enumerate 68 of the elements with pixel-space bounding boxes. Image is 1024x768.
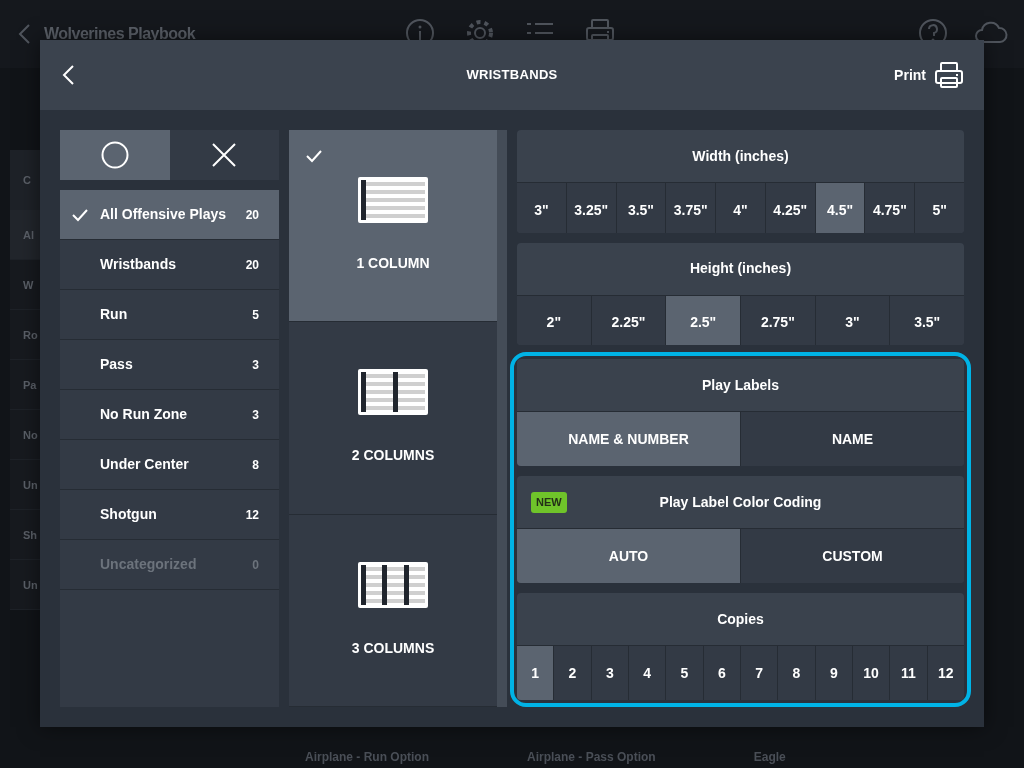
- option-button[interactable]: 2.25": [591, 295, 667, 345]
- back-icon: [60, 63, 76, 87]
- option-button[interactable]: 2": [517, 295, 592, 345]
- option-button[interactable]: 4.75": [865, 183, 916, 233]
- option-button[interactable]: 3.25": [566, 183, 617, 233]
- option-button[interactable]: 2.5": [666, 295, 741, 345]
- option-button[interactable]: 2: [554, 646, 592, 700]
- app-title: Wolverines Playbook: [44, 24, 196, 44]
- layout-option[interactable]: 1 COLUMN: [289, 130, 497, 323]
- layout-icon: [358, 177, 428, 224]
- category-item[interactable]: Pass 3: [60, 340, 279, 390]
- section-title: Height (inches): [689, 259, 792, 278]
- circle-icon: [99, 140, 130, 170]
- option-button[interactable]: 10: [852, 646, 891, 700]
- toggle-button[interactable]: [169, 130, 279, 180]
- back-button[interactable]: [60, 63, 76, 87]
- option-button[interactable]: 4": [716, 183, 766, 233]
- option-button[interactable]: 8: [778, 646, 816, 700]
- option-button[interactable]: 3: [591, 646, 629, 700]
- close-icon: [211, 142, 238, 168]
- section-title: Copies: [717, 609, 764, 629]
- category-item[interactable]: Run 5: [60, 290, 279, 340]
- option-button[interactable]: 11: [890, 646, 928, 700]
- section-title: Width (inches): [692, 146, 789, 166]
- scrollbar[interactable]: [497, 130, 507, 707]
- option-button[interactable]: 4.25": [765, 183, 816, 233]
- printer-icon: [934, 61, 964, 89]
- option-button[interactable]: 4: [629, 646, 667, 700]
- option-button[interactable]: 3.5": [890, 295, 964, 345]
- option-button[interactable]: 5": [915, 183, 964, 233]
- option-button[interactable]: 3.5": [616, 183, 667, 233]
- option-button[interactable]: NAME & NUMBER: [517, 412, 741, 466]
- layout-option[interactable]: 2 COLUMNS: [289, 322, 497, 515]
- play-title: Eagle: [753, 749, 786, 766]
- category-item[interactable]: No Run Zone 3: [60, 390, 279, 440]
- category-item[interactable]: Wristbands 20: [60, 240, 279, 290]
- category-item[interactable]: All Offensive Plays 20: [60, 190, 279, 240]
- section-title: Play Label Color Coding: [659, 492, 822, 512]
- layout-icon: [358, 369, 428, 416]
- option-button[interactable]: 3.75": [666, 183, 717, 233]
- sidebar-header: C: [10, 150, 40, 210]
- category-item[interactable]: Under Center 8: [60, 440, 279, 490]
- option-button[interactable]: 6: [703, 646, 741, 700]
- print-button[interactable]: Print: [894, 61, 964, 89]
- option-button[interactable]: 12: [927, 646, 964, 700]
- play-title: Airplane - Run Option: [305, 749, 429, 766]
- option-button[interactable]: 1: [517, 646, 555, 700]
- layout-icon: [358, 561, 428, 608]
- new-badge: NEW: [531, 492, 567, 513]
- option-button[interactable]: 5: [666, 646, 704, 700]
- option-button[interactable]: 2.75": [741, 295, 816, 345]
- check-icon: [72, 207, 88, 222]
- section-title: Play Labels: [701, 375, 779, 395]
- option-button[interactable]: CUSTOM: [741, 529, 964, 583]
- option-button[interactable]: AUTO: [517, 529, 741, 583]
- category-item[interactable]: Shotgun 12: [60, 490, 279, 540]
- option-button[interactable]: 3": [815, 295, 891, 345]
- option-button[interactable]: 3": [517, 183, 567, 233]
- play-title: Airplane - Pass Option: [527, 749, 656, 766]
- option-button[interactable]: 7: [740, 646, 779, 700]
- option-button[interactable]: 4.5": [815, 183, 866, 233]
- option-button[interactable]: NAME: [741, 412, 964, 466]
- layout-option[interactable]: 3 COLUMNS: [289, 514, 497, 707]
- dialog-title: WRISTBANDS: [466, 67, 558, 83]
- check-icon: [306, 149, 322, 163]
- toggle-button[interactable]: [60, 130, 170, 180]
- back-icon[interactable]: [16, 22, 32, 46]
- option-button[interactable]: 9: [815, 646, 853, 700]
